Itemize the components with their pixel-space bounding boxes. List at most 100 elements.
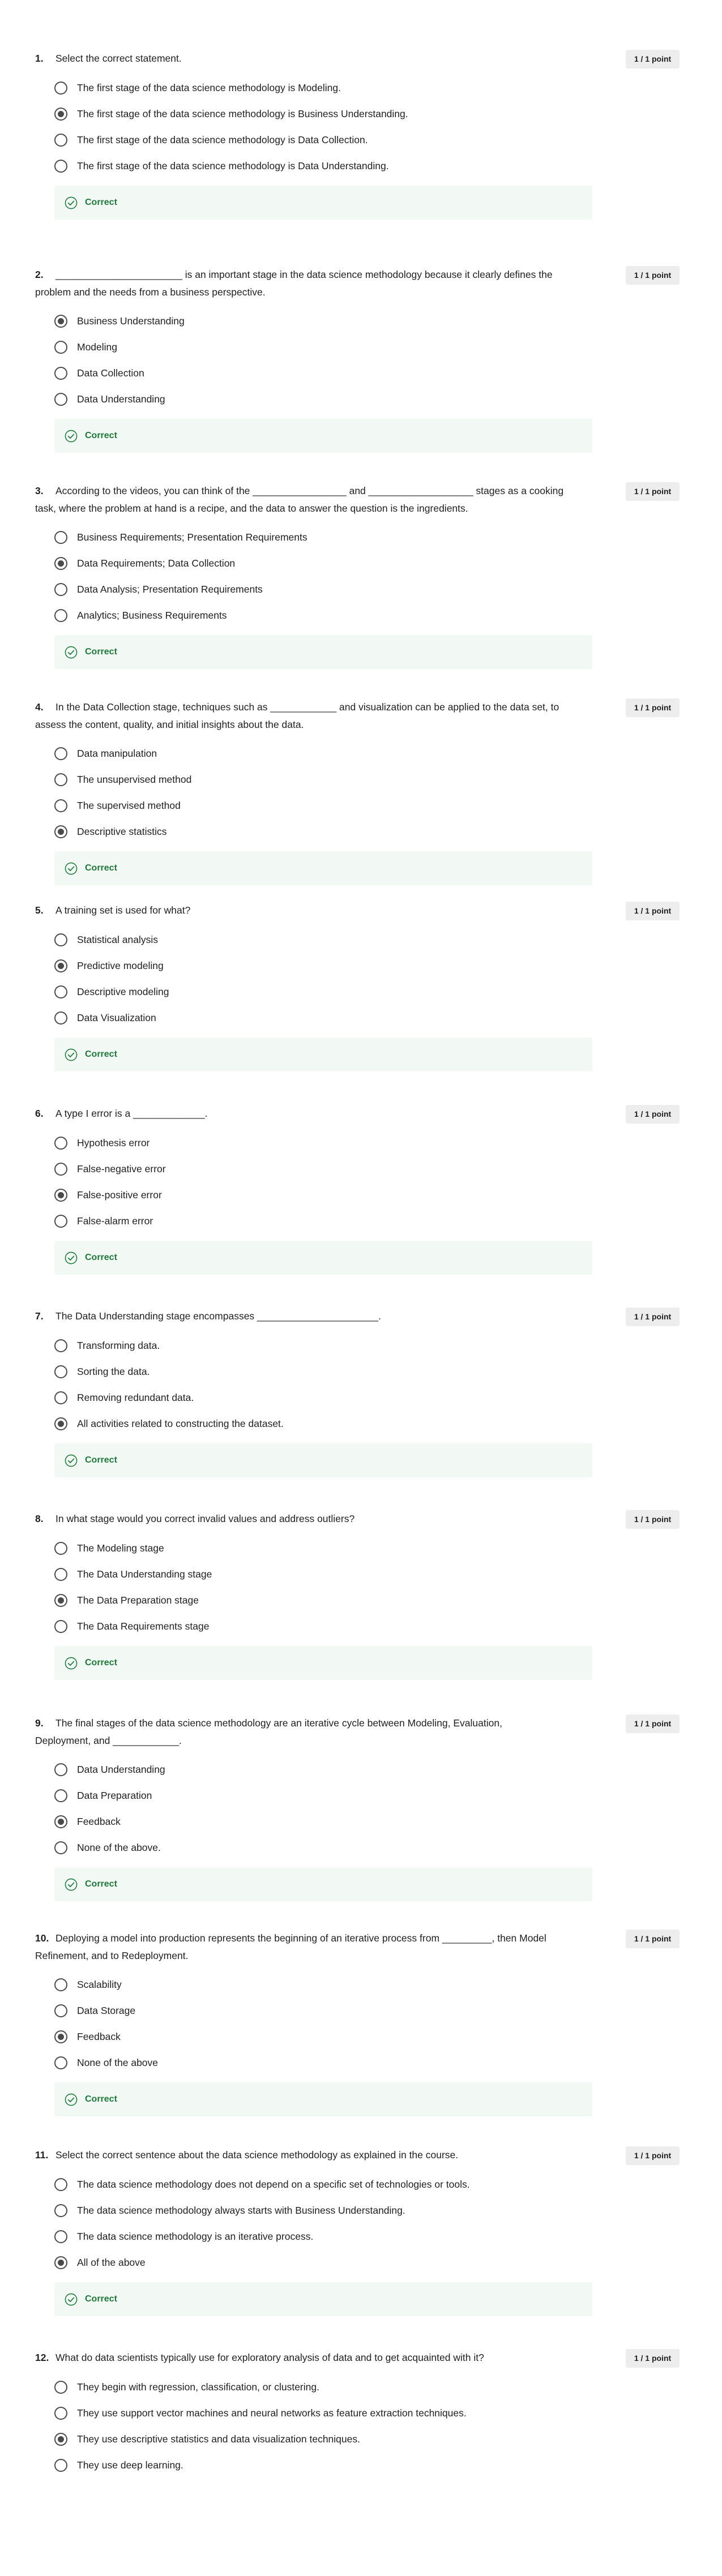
radio-button[interactable] [54, 2056, 67, 2069]
radio-button[interactable] [54, 1542, 67, 1555]
radio-button[interactable] [54, 1620, 67, 1633]
answer-option[interactable]: Data Analysis; Presentation Requirements [54, 581, 564, 599]
radio-button[interactable] [54, 2459, 67, 2472]
answer-option[interactable]: They begin with regression, classificati… [54, 2378, 564, 2397]
answer-option[interactable]: The data science methodology is an itera… [54, 2228, 564, 2246]
radio-button-selected[interactable] [54, 108, 67, 121]
radio-button[interactable] [54, 531, 67, 544]
answer-option[interactable]: The data science methodology does not de… [54, 2176, 564, 2194]
radio-button-selected[interactable] [54, 315, 67, 328]
radio-button-selected[interactable] [54, 1417, 67, 1430]
radio-button[interactable] [54, 1215, 67, 1228]
radio-button[interactable] [54, 341, 67, 354]
radio-button[interactable] [54, 2004, 67, 2017]
answer-option[interactable]: Statistical analysis [54, 931, 564, 949]
answer-option[interactable]: The first stage of the data science meth… [54, 157, 564, 175]
answer-option[interactable]: None of the above [54, 2054, 564, 2072]
answer-option[interactable]: They use support vector machines and neu… [54, 2404, 564, 2423]
answer-option[interactable]: Removing redundant data. [54, 1389, 564, 1407]
radio-button-selected[interactable] [54, 2433, 67, 2446]
answer-option[interactable]: Data Preparation [54, 1787, 564, 1805]
answer-option[interactable]: The Data Preparation stage [54, 1592, 564, 1610]
radio-button[interactable] [54, 2178, 67, 2191]
radio-button[interactable] [54, 1137, 67, 1150]
radio-button[interactable] [54, 1789, 67, 1802]
radio-button-selected[interactable] [54, 1189, 67, 1202]
answer-option[interactable]: Predictive modeling [54, 957, 564, 975]
answer-option-label: The supervised method [77, 800, 181, 811]
radio-button[interactable] [54, 160, 67, 173]
answer-option[interactable]: Data Understanding [54, 1761, 564, 1779]
radio-button[interactable] [54, 1011, 67, 1025]
answer-option[interactable]: Feedback [54, 1813, 564, 1831]
answer-option[interactable]: Data Storage [54, 2002, 564, 2020]
answer-option[interactable]: Feedback [54, 2028, 564, 2046]
radio-button[interactable] [54, 2230, 67, 2243]
radio-button[interactable] [54, 2204, 67, 2217]
radio-button-selected[interactable] [54, 2030, 67, 2043]
radio-button[interactable] [54, 799, 67, 812]
answer-option[interactable]: All of the above [54, 2254, 564, 2272]
radio-button-selected[interactable] [54, 2256, 67, 2269]
answer-option[interactable]: Sorting the data. [54, 1363, 564, 1381]
answer-option[interactable]: Descriptive statistics [54, 823, 564, 841]
radio-button-selected[interactable] [54, 1815, 67, 1828]
answer-option[interactable]: The data science methodology always star… [54, 2202, 564, 2220]
answer-option[interactable]: Hypothesis error [54, 1134, 564, 1152]
answer-option[interactable]: Business Requirements; Presentation Requ… [54, 529, 564, 547]
question-prompt: 5. A training set is used for what? [35, 902, 596, 919]
answer-option[interactable]: They use deep learning. [54, 2457, 564, 2475]
answer-option[interactable]: The unsupervised method [54, 771, 564, 789]
answer-option[interactable]: None of the above. [54, 1839, 564, 1857]
radio-button[interactable] [54, 1163, 67, 1176]
answer-option[interactable]: Data Understanding [54, 391, 564, 409]
answer-option[interactable]: All activities related to constructing t… [54, 1415, 564, 1433]
radio-button[interactable] [54, 2407, 67, 2420]
radio-button-selected[interactable] [54, 1594, 67, 1607]
radio-button[interactable] [54, 1339, 67, 1352]
answer-option[interactable]: Data manipulation [54, 745, 564, 763]
answer-option[interactable]: Analytics; Business Requirements [54, 607, 564, 625]
answer-option[interactable]: Data Visualization [54, 1009, 564, 1027]
answer-option[interactable]: Data Requirements; Data Collection [54, 555, 564, 573]
radio-button-selected[interactable] [54, 959, 67, 972]
answer-option[interactable]: The Data Understanding stage [54, 1566, 564, 1584]
answer-option[interactable]: They use descriptive statistics and data… [54, 2431, 564, 2449]
answer-option[interactable]: The Data Requirements stage [54, 1618, 564, 1636]
radio-button[interactable] [54, 367, 67, 380]
radio-button[interactable] [54, 773, 67, 786]
radio-button[interactable] [54, 393, 67, 406]
answer-option[interactable]: Scalability [54, 1976, 564, 1994]
answer-option[interactable]: The first stage of the data science meth… [54, 79, 564, 97]
answer-option[interactable]: Business Understanding [54, 312, 564, 331]
radio-button[interactable] [54, 1841, 67, 1854]
radio-button[interactable] [54, 1365, 67, 1378]
radio-button[interactable] [54, 1568, 67, 1581]
answer-option[interactable]: False-alarm error [54, 1212, 564, 1231]
radio-button[interactable] [54, 747, 67, 760]
radio-button[interactable] [54, 933, 67, 946]
radio-button-selected[interactable] [54, 557, 67, 570]
answer-option[interactable]: Data Collection [54, 365, 564, 383]
answer-option[interactable]: The supervised method [54, 797, 564, 815]
radio-button[interactable] [54, 82, 67, 95]
radio-button[interactable] [54, 985, 67, 998]
answer-option[interactable]: The first stage of the data science meth… [54, 105, 564, 123]
radio-button[interactable] [54, 583, 67, 596]
answer-option[interactable]: The first stage of the data science meth… [54, 131, 564, 149]
answer-option[interactable]: The Modeling stage [54, 1540, 564, 1558]
answer-option[interactable]: Transforming data. [54, 1337, 564, 1355]
answer-option[interactable]: False-negative error [54, 1160, 564, 1178]
answer-option-label: The unsupervised method [77, 774, 192, 785]
radio-button-selected[interactable] [54, 825, 67, 838]
radio-button[interactable] [54, 1978, 67, 1991]
answer-option[interactable]: Descriptive modeling [54, 983, 564, 1001]
answer-option[interactable]: False-positive error [54, 1186, 564, 1205]
radio-button[interactable] [54, 1391, 67, 1404]
radio-button[interactable] [54, 2381, 67, 2394]
answer-option[interactable]: Modeling [54, 338, 564, 357]
question-text: Select the correct sentence about the da… [55, 2149, 459, 2161]
radio-button[interactable] [54, 1763, 67, 1776]
radio-button[interactable] [54, 609, 67, 622]
radio-button[interactable] [54, 134, 67, 147]
